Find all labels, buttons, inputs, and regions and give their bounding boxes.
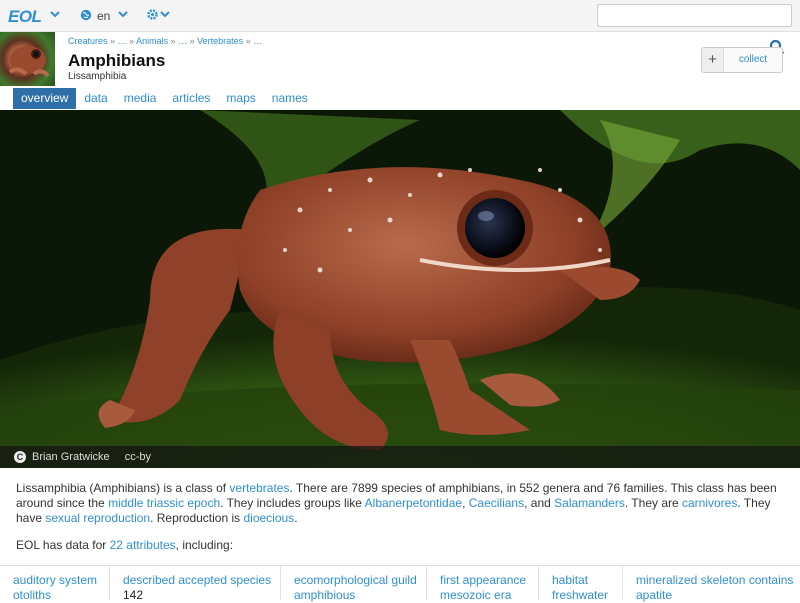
breadcrumb-ellipsis[interactable]: … (118, 36, 127, 46)
attribute-name[interactable]: mineralized skeleton contains (636, 572, 800, 588)
chevron-down-icon[interactable] (118, 10, 128, 18)
language-selector[interactable]: en (97, 9, 110, 23)
globe-icon[interactable] (80, 9, 92, 21)
tab-names[interactable]: names (264, 88, 316, 109)
attribute-value[interactable]: otoliths (13, 588, 109, 603)
hero-image[interactable] (0, 110, 800, 468)
attribute-name[interactable]: habitat (552, 572, 622, 588)
link-middle-triassic-epoch[interactable]: middle triassic epoch (108, 496, 220, 510)
attribute-cell: habitat freshwater (539, 566, 623, 603)
attribute-name[interactable]: first appearance (440, 572, 538, 588)
scientific-name: Lissamphibia (68, 71, 127, 82)
breadcrumb: Creatures » … » Animals » … » Vertebrate… (68, 36, 263, 46)
breadcrumb-creatures[interactable]: Creatures (68, 36, 108, 46)
attribute-table: auditory system otoliths described accep… (0, 565, 800, 603)
link-albanerpetontidae[interactable]: Albanerpetontidae (365, 496, 462, 510)
frog-photo (0, 110, 800, 468)
collect-button[interactable]: + collect (701, 47, 783, 73)
chevron-down-icon[interactable] (50, 10, 60, 18)
eol-logo[interactable]: EOL (8, 7, 42, 27)
page-tabs: overview data media articles maps names (13, 88, 316, 109)
attribute-cell: described accepted species 142 (110, 566, 281, 602)
link-caecilians[interactable]: Caecilians (469, 496, 524, 510)
attribute-value[interactable]: freshwater (552, 588, 622, 603)
tab-media[interactable]: media (116, 88, 165, 109)
taxon-thumbnail[interactable] (0, 32, 55, 86)
photo-credit-bar: Brian Gratwicke cc-by (0, 446, 800, 468)
attribute-name[interactable]: ecomorphological guild (294, 572, 426, 588)
link-dioecious[interactable]: dioecious (243, 511, 294, 525)
attributes-intro: EOL has data for 22 attributes, includin… (16, 538, 234, 552)
breadcrumb-ellipsis[interactable]: … (178, 36, 187, 46)
chevron-down-icon[interactable] (160, 10, 170, 18)
photo-license[interactable]: cc-by (125, 451, 151, 463)
breadcrumb-ellipsis[interactable]: … (253, 36, 262, 46)
attribute-cell: auditory system otoliths (0, 566, 110, 603)
attribute-value[interactable]: mesozoic era (440, 588, 538, 603)
attribute-value[interactable]: amphibious (294, 588, 426, 603)
gear-icon[interactable] (146, 8, 159, 21)
frog-thumbnail-image (8, 46, 50, 78)
link-vertebrates[interactable]: vertebrates (229, 481, 289, 495)
breadcrumb-animals[interactable]: Animals (136, 36, 168, 46)
creative-commons-icon: C (14, 451, 26, 463)
tab-overview[interactable]: overview (13, 88, 77, 109)
top-bar: EOL en (0, 0, 800, 32)
photo-author[interactable]: Brian Gratwicke (32, 451, 110, 463)
attribute-value[interactable]: apatite (636, 588, 800, 603)
page-title: Amphibians (68, 51, 166, 70)
tab-articles[interactable]: articles (164, 88, 218, 109)
attribute-cell: first appearance mesozoic era (427, 566, 539, 603)
collect-label: collect (738, 54, 768, 65)
plus-icon: + (702, 48, 724, 72)
attribute-value: 142 (123, 588, 144, 602)
tab-maps[interactable]: maps (218, 88, 263, 109)
search-input[interactable] (597, 4, 792, 27)
attribute-name[interactable]: described accepted species (123, 572, 280, 588)
attribute-cell: mineralized skeleton contains apatite (623, 566, 800, 603)
attribute-name[interactable]: auditory system (13, 572, 109, 588)
breadcrumb-vertebrates[interactable]: Vertebrates (197, 36, 243, 46)
attribute-cell: ecomorphological guild amphibious (281, 566, 427, 603)
link-attributes-count[interactable]: 22 attributes (110, 538, 176, 552)
tab-data[interactable]: data (76, 88, 115, 109)
taxon-summary: Lissamphibia (Amphibians) is a class of … (16, 481, 777, 525)
link-carnivores[interactable]: carnivores (682, 496, 737, 510)
link-sexual-reproduction[interactable]: sexual reproduction (45, 511, 150, 525)
link-salamanders[interactable]: Salamanders (554, 496, 625, 510)
